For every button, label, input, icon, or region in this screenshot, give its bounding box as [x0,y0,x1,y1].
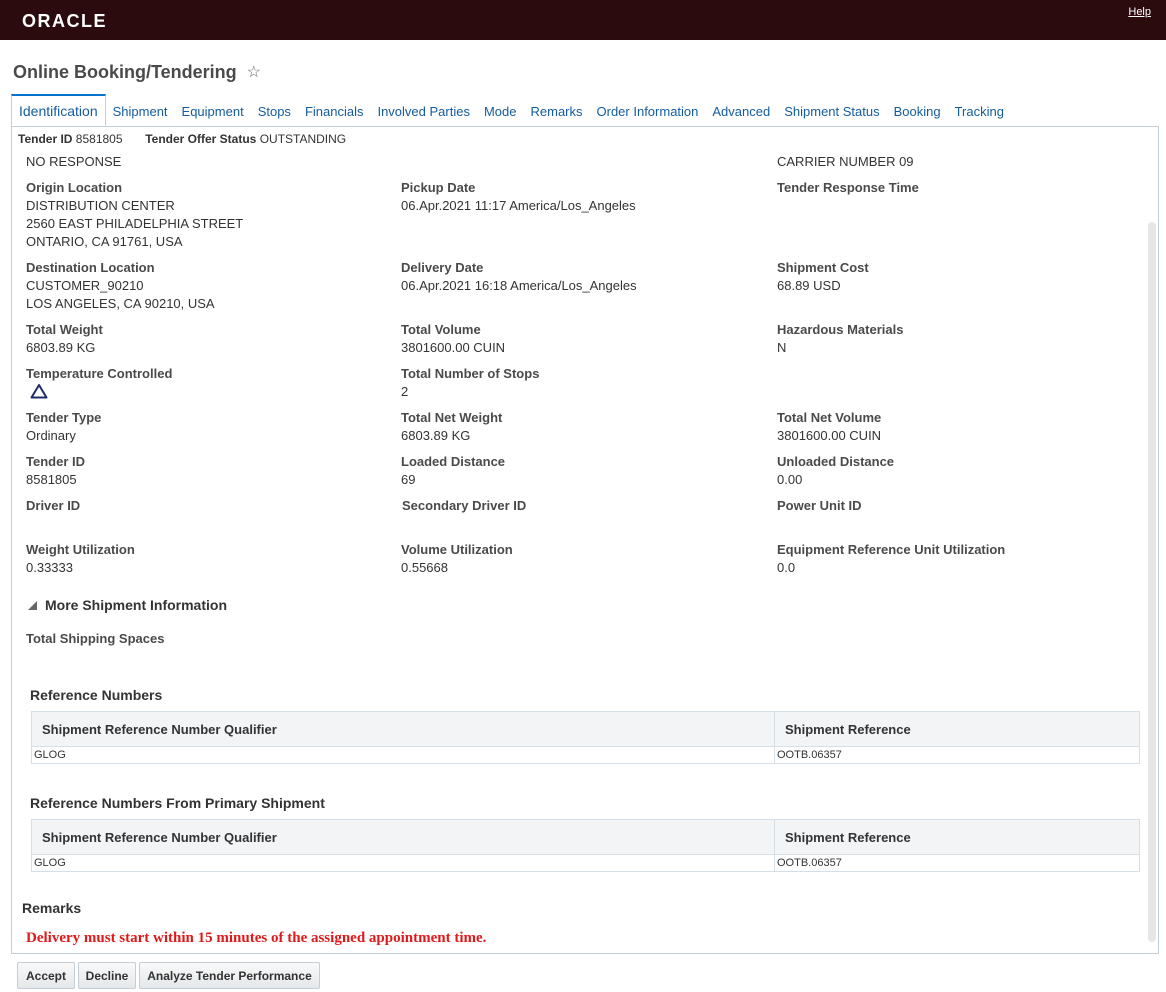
tab-booking[interactable]: Booking [887,96,948,126]
tender-response-time-label: Tender Response Time [777,180,919,195]
cell-qualifier: GLOG [34,749,66,761]
identification-panel: NO RESPONSE CARRIER NUMBER 09 Tender ID … [11,126,1159,954]
top-value-left: NO RESPONSE [26,154,122,169]
warning-triangle-icon [30,384,48,399]
total-volume-value: 3801600.00 CUIN [401,340,506,355]
tender-id-field-label: Tender ID [26,454,85,469]
help-link[interactable]: Help [1128,6,1151,18]
tab-tracking[interactable]: Tracking [948,96,1011,126]
hazardous-materials-value: N [777,340,787,355]
unloaded-distance-label: Unloaded Distance [777,454,895,469]
total-net-volume-value: 3801600.00 CUIN [777,428,882,443]
total-net-weight-label: Total Net Weight [401,410,503,425]
weight-utilization-value: 0.33333 [26,560,73,575]
tab-involved-parties[interactable]: Involved Parties [370,96,477,126]
tab-remarks[interactable]: Remarks [524,96,590,126]
tender-status-value: OUTSTANDING [259,132,347,146]
tab-shipment-status[interactable]: Shipment Status [777,96,886,126]
tab-shipment[interactable]: Shipment [106,96,175,126]
oracle-logo: ORACLE [22,11,107,31]
total-net-weight-value: 6803.89 KG [401,428,471,443]
equipment-utilization-label: Equipment Reference Unit Utilization [777,542,1006,557]
loaded-distance-label: Loaded Distance [401,454,506,469]
tab-identification[interactable]: Identification [11,94,106,126]
delivery-date-value: 06.Apr.2021 16:18 America/Los_Angeles [401,278,637,293]
page-title: Online Booking/Tendering [13,61,237,82]
reference-numbers-title: Reference Numbers [30,687,163,703]
tab-bar: Identification Shipment Equipment Stops … [11,94,1011,126]
disclosure-triangle-icon [28,600,37,610]
top-bar: ORACLE Help [0,0,1166,40]
more-shipment-info-label: More Shipment Information [45,597,227,613]
driver-id-label: Driver ID [26,498,81,513]
top-value-right: CARRIER NUMBER 09 [777,154,914,169]
volume-utilization-value: 0.55668 [401,560,448,575]
loaded-distance-value: 69 [401,472,416,487]
panel-scrollbar[interactable] [1148,222,1156,942]
shipment-cost-value: 68.89 USD [777,278,841,293]
cell-reference: OOTB.06357 [774,746,1140,764]
destination-location-line-1: CUSTOMER_90210 [26,278,144,293]
weight-utilization-label: Weight Utilization [26,542,135,557]
analyze-tender-performance-button[interactable]: Analyze Tender Performance [139,962,320,989]
pickup-date-value: 06.Apr.2021 11:17 America/Los_Angeles [401,198,636,213]
tender-status-label: Tender Offer Status [145,132,257,146]
total-weight-value: 6803.89 KG [26,340,96,355]
total-stops-value: 2 [401,384,409,399]
tab-financials[interactable]: Financials [298,96,371,126]
tab-equipment[interactable]: Equipment [175,96,251,126]
table-row[interactable]: GLOG OOTB.06357 [32,854,1140,872]
remark-text: Delivery must start within 15 minutes of… [26,930,487,946]
column-header-qualifier[interactable]: Shipment Reference Number Qualifier [31,711,775,747]
hazardous-materials-label: Hazardous Materials [777,322,904,337]
tab-stops[interactable]: Stops [251,96,298,126]
delivery-date-label: Delivery Date [401,260,484,275]
pickup-date-label: Pickup Date [401,180,476,195]
tender-id-value: 8581805 [75,132,123,146]
volume-utilization-label: Volume Utilization [401,542,513,557]
table-header-row: Shipment Reference Number Qualifier Ship… [31,711,1140,747]
origin-location-line-2: 2560 EAST PHILADELPHIA STREET [26,216,244,231]
unloaded-distance-value: 0.00 [777,472,803,487]
destination-location-label: Destination Location [26,260,155,275]
origin-location-label: Origin Location [26,180,123,195]
total-weight-label: Total Weight [26,322,103,337]
column-header-reference[interactable]: Shipment Reference [774,711,1140,747]
table-row[interactable]: GLOG OOTB.06357 [32,746,1140,764]
tender-summary: Tender ID 8581805 Tender Offer Status OU… [18,132,346,146]
tender-id-label: Tender ID [18,132,73,146]
equipment-utilization-value: 0.0 [777,560,796,575]
tab-order-information[interactable]: Order Information [590,96,706,126]
total-stops-label: Total Number of Stops [401,366,540,381]
tab-mode[interactable]: Mode [477,96,524,126]
decline-button[interactable]: Decline [78,962,136,989]
origin-location-line-3: ONTARIO, CA 91761, USA [26,234,183,249]
power-unit-id-label: Power Unit ID [777,498,862,513]
primary-reference-numbers-table: Shipment Reference Number Qualifier Ship… [31,819,1140,872]
cell-reference: OOTB.06357 [774,854,1140,872]
tender-type-value: Ordinary [26,428,76,443]
cell-qualifier: GLOG [34,857,66,869]
shipment-cost-label: Shipment Cost [777,260,869,275]
accept-button[interactable]: Accept [17,962,75,989]
tender-id-field-value: 8581805 [26,472,77,487]
remarks-title: Remarks [22,900,82,916]
primary-reference-numbers-title: Reference Numbers From Primary Shipment [30,795,325,811]
column-header-reference[interactable]: Shipment Reference [774,819,1140,855]
temperature-controlled-label: Temperature Controlled [26,366,173,381]
destination-location-line-2: LOS ANGELES, CA 90210, USA [26,296,215,311]
favorite-star-icon[interactable]: ☆ [247,62,261,82]
reference-numbers-table: Shipment Reference Number Qualifier Ship… [31,711,1140,764]
origin-location-line-1: DISTRIBUTION CENTER [26,198,175,213]
column-header-qualifier[interactable]: Shipment Reference Number Qualifier [31,819,775,855]
table-header-row: Shipment Reference Number Qualifier Ship… [31,819,1140,855]
total-volume-label: Total Volume [401,322,481,337]
total-net-volume-label: Total Net Volume [777,410,882,425]
tender-type-label: Tender Type [26,410,102,425]
page-title-row: Online Booking/Tendering ☆ [13,61,261,83]
tab-advanced[interactable]: Advanced [705,96,777,126]
secondary-driver-id-label: Secondary Driver ID [402,498,527,513]
total-shipping-spaces-label: Total Shipping Spaces [26,631,165,646]
more-shipment-info-toggle[interactable]: More Shipment Information [28,597,227,613]
